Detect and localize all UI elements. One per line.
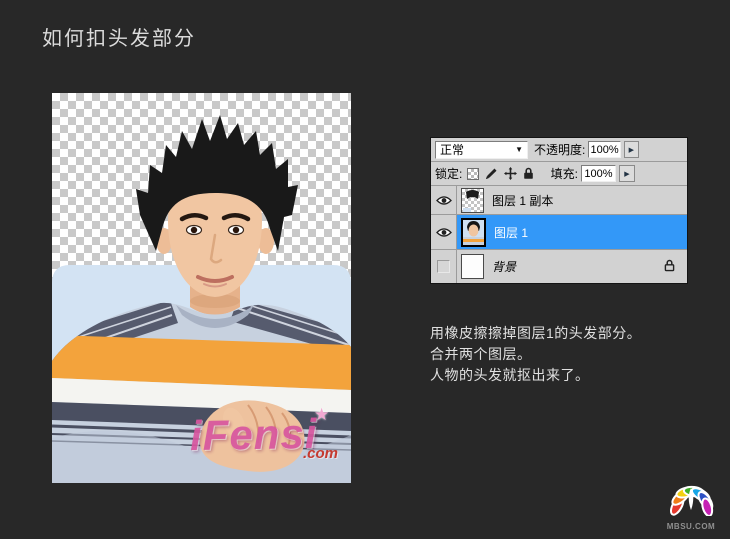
instruction-line: 用橡皮擦擦掉图层1的头发部分。 [430,323,641,344]
instruction-text: 用橡皮擦擦掉图层1的头发部分。 合并两个图层。 人物的头发就抠出来了。 [430,323,641,386]
layer-name: 图层 1 副本 [492,192,553,209]
layer-row-background[interactable]: 背景 [431,250,687,283]
photo-canvas: iFensi ★ .com [52,93,351,483]
layer-name: 背景 [492,258,516,275]
chevron-down-icon: ▼ [515,145,523,154]
watermark-star-icon: ★ [314,405,329,425]
visibility-toggle[interactable] [431,215,457,249]
fill-slider-button[interactable]: ▶ [619,165,635,182]
layer-thumbnail[interactable] [461,188,484,213]
lock-transparency-icon[interactable] [467,168,479,180]
blend-opacity-row: 正常 ▼ 不透明度: 100% ▶ [431,138,687,162]
blend-mode-select[interactable]: 正常 ▼ [435,141,528,159]
layer-thumbnail[interactable] [461,254,484,279]
instruction-line: 合并两个图层。 [430,344,641,365]
site-logo: MBSU.COM [658,474,724,531]
watermark: iFensi [190,410,318,460]
lock-paint-brush-icon[interactable] [485,167,498,180]
watermark-suffix: .com [303,445,338,462]
eye-off-box [437,260,450,273]
fill-label: 填充: [551,165,578,182]
lock-position-move-icon[interactable] [504,167,517,180]
layer-row-copy[interactable]: 图层 1 副本 [431,186,687,215]
layer-thumbnail[interactable] [461,218,486,247]
blend-mode-value: 正常 [440,141,464,158]
peacock-logo-icon [665,474,717,516]
fill-input[interactable]: 100% [581,165,616,182]
opacity-label: 不透明度: [534,141,585,158]
lock-fill-row: 锁定: [431,162,687,186]
layer-lock-icon [664,259,675,275]
eye-icon [436,227,452,238]
eye-icon [436,195,452,206]
layer-row-selected[interactable]: 图层 1 [431,215,687,250]
visibility-toggle[interactable] [431,250,457,283]
visibility-toggle[interactable] [431,186,457,214]
layers-panel: 正常 ▼ 不透明度: 100% ▶ 锁定: [430,137,688,284]
opacity-slider-button[interactable]: ▶ [624,141,639,158]
instruction-line: 人物的头发就抠出来了。 [430,365,641,386]
opacity-input[interactable]: 100% [588,141,620,158]
lock-label: 锁定: [435,165,462,182]
lock-all-icon[interactable] [523,167,534,180]
layer-name: 图层 1 [494,224,528,241]
logo-text: MBSU.COM [658,522,724,531]
page-title: 如何扣头发部分 [42,22,196,51]
tutorial-slide: 如何扣头发部分 [0,0,730,539]
